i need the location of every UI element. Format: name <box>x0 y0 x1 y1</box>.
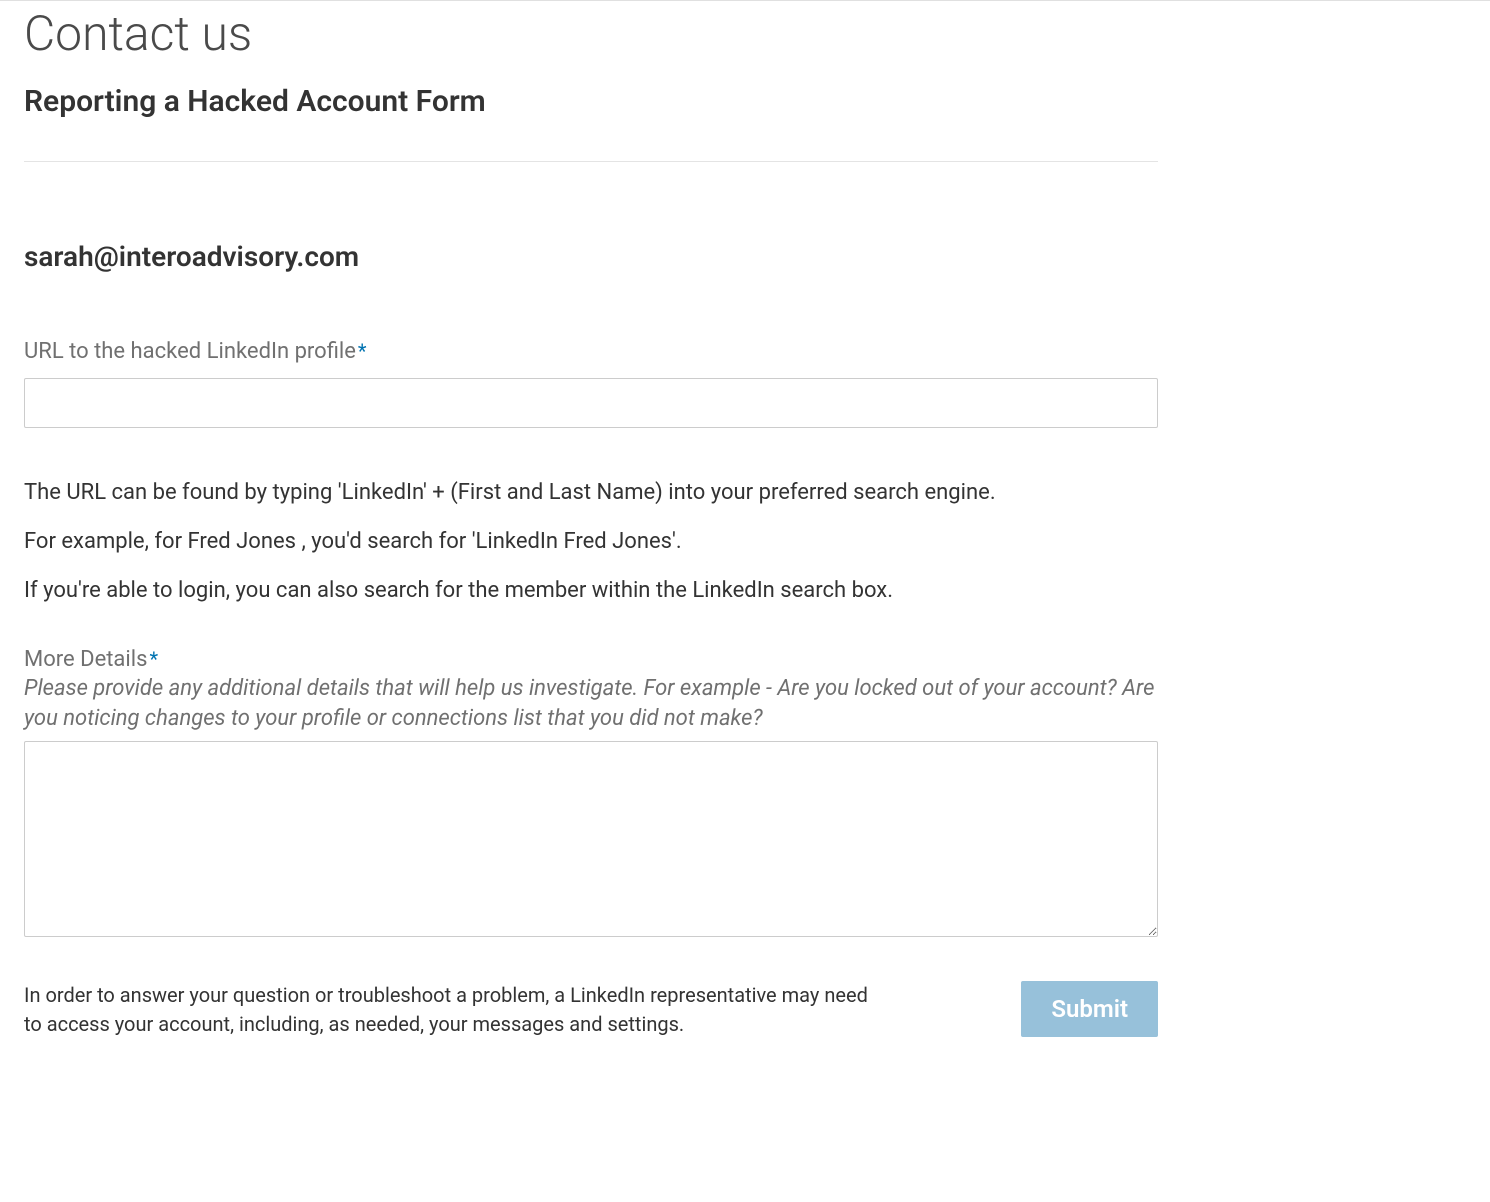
url-field-label: URL to the hacked LinkedIn profile <box>24 339 356 364</box>
form-title: Reporting a Hacked Account Form <box>24 70 1466 161</box>
details-field-label: More Details <box>24 647 147 672</box>
disclaimer-text: In order to answer your question or trou… <box>24 981 884 1039</box>
user-email: sarah@interoadvisory.com <box>24 162 1466 339</box>
submit-button[interactable]: Submit <box>1021 981 1158 1037</box>
details-field-group: More Details* Please provide any additio… <box>24 647 1466 937</box>
page-title: Contact us <box>24 1 1466 70</box>
required-asterisk-icon: * <box>149 647 158 671</box>
footer-row: In order to answer your question or trou… <box>24 981 1158 1039</box>
details-textarea[interactable] <box>24 741 1158 937</box>
url-input[interactable] <box>24 378 1158 428</box>
url-field-label-wrapper: URL to the hacked LinkedIn profile* <box>24 343 367 362</box>
url-help-block: The URL can be found by typing 'LinkedIn… <box>24 476 1466 607</box>
url-field-group: URL to the hacked LinkedIn profile* <box>24 339 1466 428</box>
details-subtext: Please provide any additional details th… <box>24 674 1158 733</box>
required-asterisk-icon: * <box>358 339 367 363</box>
url-help-line-3: If you're able to login, you can also se… <box>24 574 1466 607</box>
url-help-line-2: For example, for Fred Jones , you'd sear… <box>24 525 1466 558</box>
url-help-line-1: The URL can be found by typing 'LinkedIn… <box>24 476 1466 509</box>
details-field-label-wrapper: More Details* <box>24 651 158 670</box>
